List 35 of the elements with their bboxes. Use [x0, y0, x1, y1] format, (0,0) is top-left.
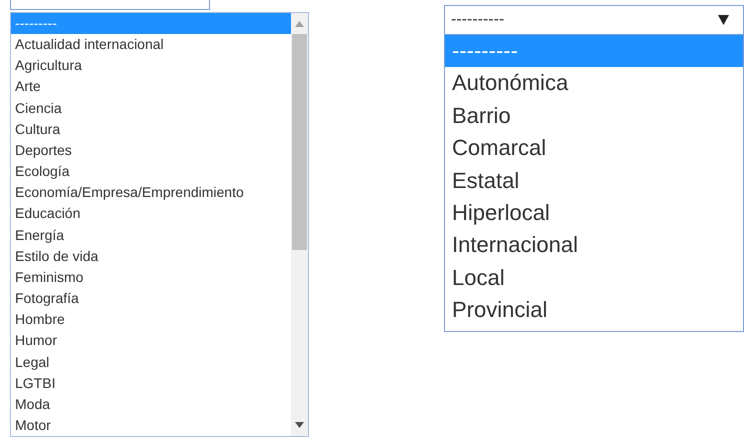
dropdown-option[interactable]: Provincial	[445, 294, 743, 327]
list-option[interactable]: LGTBI	[11, 372, 291, 394]
list-option[interactable]: Legal	[11, 352, 291, 373]
scrollbar-thumb[interactable]	[292, 34, 307, 250]
dropdown-option[interactable]: Hiperlocal	[445, 196, 743, 230]
scope-select[interactable]: ----------	[444, 5, 744, 35]
list-option[interactable]: Deportes	[11, 140, 291, 162]
dropdown-caret-icon	[718, 15, 729, 25]
scroll-up-icon[interactable]	[295, 21, 304, 27]
list-option[interactable]: Ecología	[11, 161, 291, 182]
dropdown-option[interactable]: Local	[445, 262, 743, 294]
list-option[interactable]: Estilo de vida	[11, 246, 291, 267]
list-option[interactable]: Arte	[11, 76, 291, 98]
dropdown-option[interactable]: Estatal	[445, 164, 743, 197]
list-option[interactable]: Cultura	[11, 118, 291, 140]
dropdown-option[interactable]: Comarcal	[445, 132, 743, 165]
list-option[interactable]: Humor	[11, 330, 291, 352]
list-option[interactable]: Hombre	[11, 309, 291, 330]
scroll-down-icon[interactable]	[295, 422, 304, 428]
list-option[interactable]: Energía	[11, 224, 291, 246]
list-option[interactable]: Ciencia	[11, 98, 291, 119]
input-field[interactable]	[10, 0, 210, 10]
dropdown-option[interactable]: Internacional	[445, 229, 743, 262]
list-option[interactable]: Fotografía	[11, 288, 291, 310]
list-option[interactable]: Motor	[11, 414, 291, 436]
dropdown-option[interactable]: Autonómica	[445, 67, 743, 100]
category-listbox[interactable]	[10, 12, 309, 437]
list-option[interactable]: Feminismo	[11, 266, 291, 288]
dropdown-option[interactable]: Barrio	[445, 100, 743, 132]
list-option[interactable]: Moda	[11, 394, 291, 415]
scrollbar[interactable]	[291, 13, 308, 436]
list-option[interactable]: Agricultura	[11, 55, 291, 76]
list-option[interactable]: Educación	[11, 203, 291, 225]
list-option[interactable]: Actualidad internacional	[11, 34, 291, 56]
list-option[interactable]: Economía/Empresa/Emprendimiento	[11, 182, 291, 204]
